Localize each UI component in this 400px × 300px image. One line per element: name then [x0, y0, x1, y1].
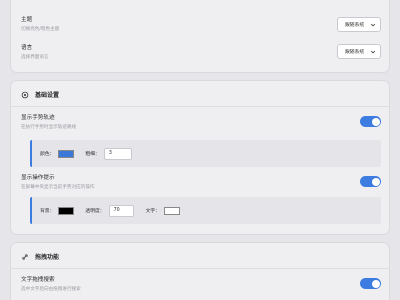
toggle-knob — [371, 279, 380, 288]
theme-select-value: 跟随系统 — [345, 23, 365, 28]
trail-title: 显示手势轨迹 — [21, 115, 55, 121]
toggle-knob — [371, 117, 380, 126]
chevron-down-icon — [370, 23, 376, 27]
hint-opacity-label: 透明度： — [85, 209, 105, 214]
language-description: 选择界面语言 — [21, 54, 49, 60]
trail-options: 颜色： 粗细： 3 — [30, 140, 381, 167]
basic-settings-title: 基础设置 — [35, 92, 60, 99]
trail-color-picker[interactable] — [58, 149, 75, 158]
appearance-settings-card: 主题 切换亮色/暗色主题 跟随系统 语言 选择界面语言 跟随系统 — [10, 0, 390, 73]
basic-settings-card: 基础设置 显示手势轨迹 在执行手势时显示轨迹路线 颜色： 粗细： 3 显示操作提… — [10, 80, 390, 235]
text-search-toggle[interactable] — [360, 278, 381, 289]
section-divider — [11, 268, 389, 269]
link-icon — [22, 253, 28, 260]
hint-title: 显示操作提示 — [21, 175, 55, 181]
basic-settings-header: 基础设置 — [21, 90, 59, 99]
hint-description: 在屏幕中央显示当前手势对应的操作 — [21, 184, 95, 190]
trail-width-label: 粗细： — [85, 152, 100, 157]
drag-settings-card: 拖拽功能 文字拖拽搜索 选中文字后向右拖拽进行搜索 — [10, 242, 390, 300]
trail-toggle[interactable] — [360, 116, 381, 127]
trail-width-input[interactable]: 3 — [103, 147, 132, 160]
hint-text-label: 文字： — [145, 209, 161, 214]
language-title: 语言 — [21, 45, 33, 51]
hint-setting-row: 显示操作提示 在屏幕中央显示当前手势对应的操作 — [21, 173, 381, 193]
hint-background-color-picker[interactable] — [58, 206, 75, 215]
trail-description: 在执行手势时显示轨迹路线 — [21, 124, 77, 130]
text-search-title: 文字拖拽搜索 — [21, 277, 55, 283]
language-setting-row: 语言 选择界面语言 跟随系统 — [21, 43, 381, 65]
hint-toggle[interactable] — [360, 176, 381, 187]
theme-select[interactable]: 跟随系统 — [337, 17, 381, 32]
drag-settings-header: 拖拽功能 — [21, 252, 59, 261]
text-search-description: 选中文字后向右拖拽进行搜索 — [21, 286, 81, 292]
section-divider — [11, 106, 389, 107]
language-select[interactable]: 跟随系统 — [337, 44, 381, 59]
gear-icon — [21, 91, 29, 98]
trail-setting-row: 显示手势轨迹 在执行手势时显示轨迹路线 — [21, 113, 381, 133]
theme-title: 主题 — [21, 17, 33, 23]
hint-text-color-picker[interactable] — [164, 206, 181, 215]
hint-bg-label: 背景： — [40, 209, 55, 214]
theme-setting-row: 主题 切换亮色/暗色主题 跟随系统 — [21, 15, 381, 37]
drag-settings-title: 拖拽功能 — [35, 254, 60, 261]
chevron-down-icon — [370, 50, 376, 54]
hint-options: 背景： 透明度： 70 文字： — [30, 197, 381, 224]
theme-description: 切换亮色/暗色主题 — [21, 26, 60, 32]
language-select-value: 跟随系统 — [345, 50, 365, 55]
trail-color-label: 颜色： — [40, 152, 55, 157]
hint-opacity-input[interactable]: 70 — [108, 204, 134, 217]
toggle-knob — [371, 177, 380, 186]
text-search-setting-row: 文字拖拽搜索 选中文字后向右拖拽进行搜索 — [21, 275, 381, 295]
